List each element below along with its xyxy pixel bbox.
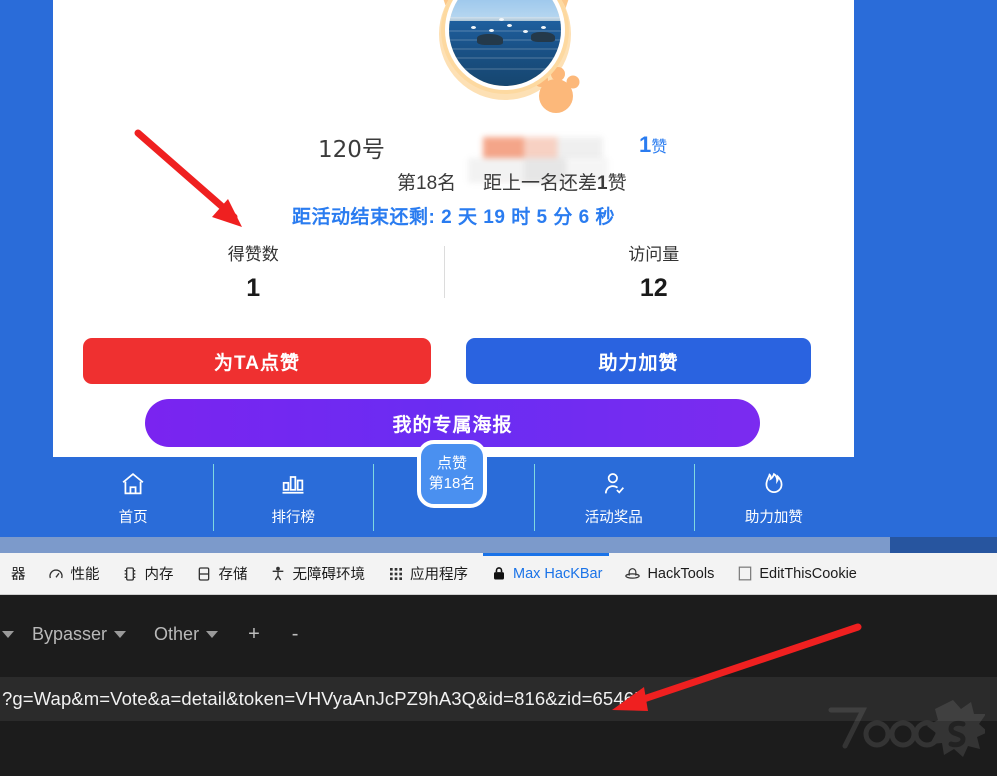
- scrollbar-thumb[interactable]: [0, 537, 890, 553]
- hat-icon: [624, 565, 641, 582]
- profile-card: 120号 1赞 第18名 距上一名还差1赞 距活动结束还剩: 2 天 19 时 …: [53, 0, 854, 457]
- tab-label: 性能: [70, 567, 100, 583]
- devtools-tab-bar: 器 性能 内存 存储 无障碍环境 应用程序 Max HacKBar HackTo…: [0, 553, 997, 595]
- horizontal-scrollbar[interactable]: [0, 537, 997, 553]
- hackbar-panel: Bypasser Other + - ?g=Wap&m=Vote&a=detai…: [0, 595, 997, 776]
- tab-memory[interactable]: 内存: [111, 553, 185, 594]
- memory-chip-icon: [122, 565, 139, 582]
- remove-row-button[interactable]: -: [276, 623, 315, 646]
- nav-item-boost[interactable]: 助力加赞: [693, 458, 854, 537]
- nav-label: 助力加赞: [744, 509, 803, 526]
- nav-item-prizes[interactable]: 活动奖品: [533, 458, 694, 537]
- grid-apps-icon: [387, 565, 404, 582]
- stat-visits: 访问量 12: [454, 240, 855, 306]
- nav-item-ranking[interactable]: 排行榜: [213, 458, 373, 537]
- badge-line1: 点赞: [436, 454, 467, 472]
- entrant-number: 120号: [318, 137, 385, 163]
- tab-label: 内存: [144, 567, 174, 583]
- stat-value: 1: [246, 274, 261, 302]
- tab-label: 存储: [218, 567, 248, 583]
- tab-editthiscookie[interactable]: EditThisCookie: [725, 553, 868, 594]
- chevron-down-icon: [2, 630, 14, 638]
- chevron-down-icon: [114, 630, 127, 638]
- bar-chart-icon: [279, 469, 307, 499]
- tab-label: EditThisCookie: [759, 565, 857, 582]
- lock-icon: [490, 565, 507, 582]
- tab-label: 无障碍环境: [292, 567, 366, 583]
- stat-likes: 得赞数 1: [53, 240, 454, 306]
- rank-label: 第18名: [397, 173, 457, 194]
- hackbar-prev-caret[interactable]: [0, 630, 18, 638]
- vote-button[interactable]: 为TA点赞: [83, 338, 431, 384]
- avatar[interactable]: [445, 0, 565, 90]
- tab-application[interactable]: 应用程序: [376, 553, 479, 594]
- mobile-page-background: 120号 1赞 第18名 距上一名还差1赞 距活动结束还剩: 2 天 19 时 …: [0, 0, 997, 537]
- tab-elements-clipped[interactable]: 器: [0, 553, 37, 594]
- profile-number-row: 120号 1赞: [53, 130, 854, 170]
- nav-label: 首页: [118, 509, 148, 526]
- other-dropdown[interactable]: Other: [140, 624, 232, 645]
- avatar-photo: [449, 0, 561, 86]
- stat-label: 访问量: [628, 245, 680, 264]
- flame-icon: [760, 469, 788, 499]
- tab-performance[interactable]: 性能: [37, 553, 111, 594]
- boost-button[interactable]: 助力加赞: [466, 338, 811, 384]
- hackbar-body: [0, 721, 997, 776]
- gauge-icon: [48, 565, 65, 582]
- rank-row: 第18名 距上一名还差1赞: [53, 168, 854, 196]
- badge-line2: 第18名: [428, 475, 476, 492]
- add-row-button[interactable]: +: [232, 623, 276, 646]
- tab-label: Max HacKBar: [513, 565, 603, 582]
- tab-accessibility[interactable]: 无障碍环境: [259, 553, 377, 594]
- person-check-icon: [600, 469, 628, 499]
- nav-label: 活动奖品: [584, 509, 643, 526]
- avatar-container: [429, 0, 583, 116]
- floating-vote-badge[interactable]: 点赞 第18名: [417, 440, 487, 508]
- nav-label: 排行榜: [271, 509, 316, 526]
- stat-value: 12: [639, 274, 668, 302]
- like-count-inline: 1赞: [639, 132, 668, 157]
- nav-item-home[interactable]: 首页: [53, 458, 213, 537]
- tab-label: 器: [11, 567, 26, 583]
- tab-max-hackbar[interactable]: Max HacKBar: [479, 553, 613, 594]
- countdown-text: 距活动结束还剩: 2 天 19 时 5 分 6 秒: [292, 207, 615, 228]
- stat-label: 得赞数: [227, 245, 279, 264]
- other-label: Other: [154, 623, 200, 644]
- bypasser-label: Bypasser: [32, 623, 108, 644]
- url-input[interactable]: ?g=Wap&m=Vote&a=detail&token=VHVyaAnJcPZ…: [0, 677, 997, 721]
- accessibility-icon: [270, 565, 287, 582]
- stats-divider: [444, 246, 445, 298]
- home-icon: [119, 469, 147, 499]
- gap-label: 距上一名还差1赞: [483, 173, 627, 194]
- cookie-square-icon: [736, 565, 753, 582]
- bypasser-dropdown[interactable]: Bypasser: [18, 624, 140, 645]
- hackbar-toolbar: Bypasser Other + -: [0, 613, 997, 655]
- tab-storage[interactable]: 存储: [185, 553, 259, 594]
- tab-hacktools[interactable]: HackTools: [613, 553, 725, 594]
- database-icon: [196, 565, 213, 582]
- stats-row: 得赞数 1 访问量 12: [53, 240, 854, 306]
- screenshot-root: 120号 1赞 第18名 距上一名还差1赞 距活动结束还剩: 2 天 19 时 …: [0, 0, 997, 776]
- tab-label: HackTools: [647, 565, 715, 582]
- tab-label: 应用程序: [410, 567, 468, 583]
- chevron-down-icon: [206, 630, 219, 638]
